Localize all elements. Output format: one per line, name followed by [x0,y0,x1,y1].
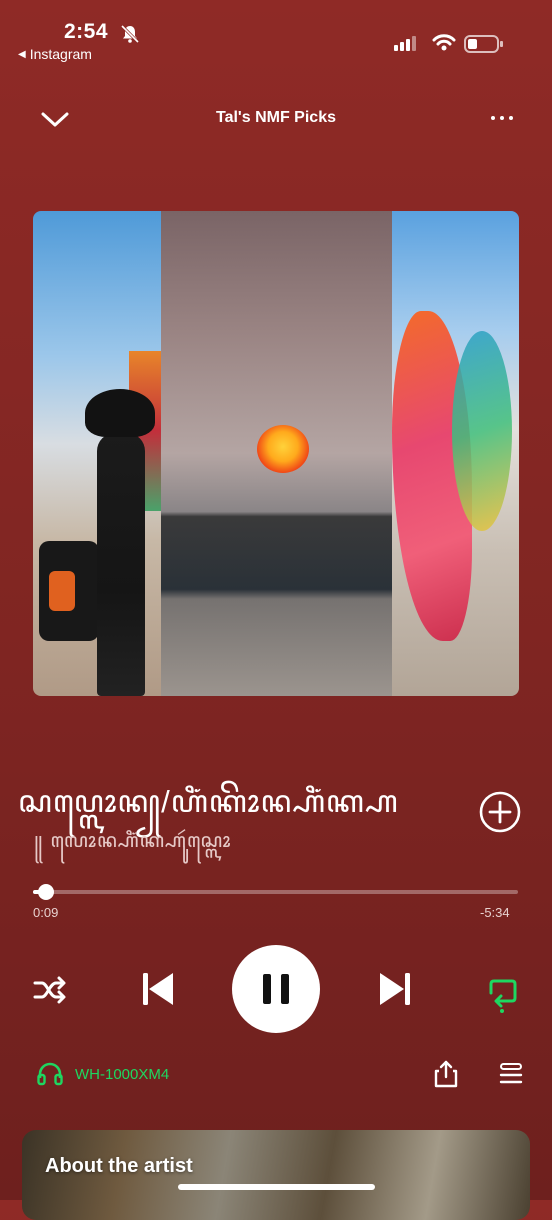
track-artist[interactable]: ꧋ ꦭꦺꦴꦤ꧀ꦲꦶꦁꦏ꧀ꦲꦸꦂꦱ꧀ꦭꦺꦴ [34,826,231,866]
dot [500,116,504,120]
previous-track-icon[interactable] [141,971,175,1007]
queue-icon[interactable] [498,1062,524,1086]
artwork-bag-strap [49,571,75,611]
progress-knob[interactable] [38,884,54,900]
repeat-icon[interactable] [484,973,520,1013]
artwork-left-panel [33,211,161,696]
dot [491,116,495,120]
back-arrow-icon: ◀ [18,48,26,60]
artwork-sunset-panel [161,211,392,696]
add-to-library-icon[interactable] [479,791,521,833]
status-time: 2:54 [64,20,109,43]
about-artist-title: About the artist [45,1155,193,1177]
share-icon[interactable] [433,1060,459,1088]
collapse-chevron-icon[interactable] [40,108,70,130]
pause-button[interactable] [232,945,320,1033]
dot [509,116,513,120]
cellular-signal-icon [394,36,416,51]
pause-icon [263,974,289,1004]
more-options-button[interactable] [484,108,520,128]
battery-icon [464,35,503,53]
album-artwork [33,211,519,696]
elapsed-time: 0:09 [33,905,59,920]
device-name: WH-1000XM4 [75,1065,170,1083]
next-track-icon[interactable] [378,971,412,1007]
back-to-app-link[interactable]: ◀ Instagram [18,46,92,62]
home-indicator[interactable] [178,1184,375,1190]
bell-muted-icon [120,24,140,44]
playlist-title: Tal's NMF Picks [216,109,336,126]
back-app-label: Instagram [29,46,92,62]
progress-track[interactable] [33,890,518,894]
artwork-hat [85,389,155,437]
artwork-feathers [452,331,512,531]
artwork-right-panel [392,211,519,696]
wifi-icon [432,34,456,51]
artwork-sun [257,425,309,473]
connected-device[interactable]: WH-1000XM4 [37,1062,169,1086]
shuffle-icon[interactable] [33,975,67,1005]
remaining-time: -5:34 [480,905,510,920]
artwork-figure [97,433,145,696]
headphones-icon [37,1062,63,1086]
